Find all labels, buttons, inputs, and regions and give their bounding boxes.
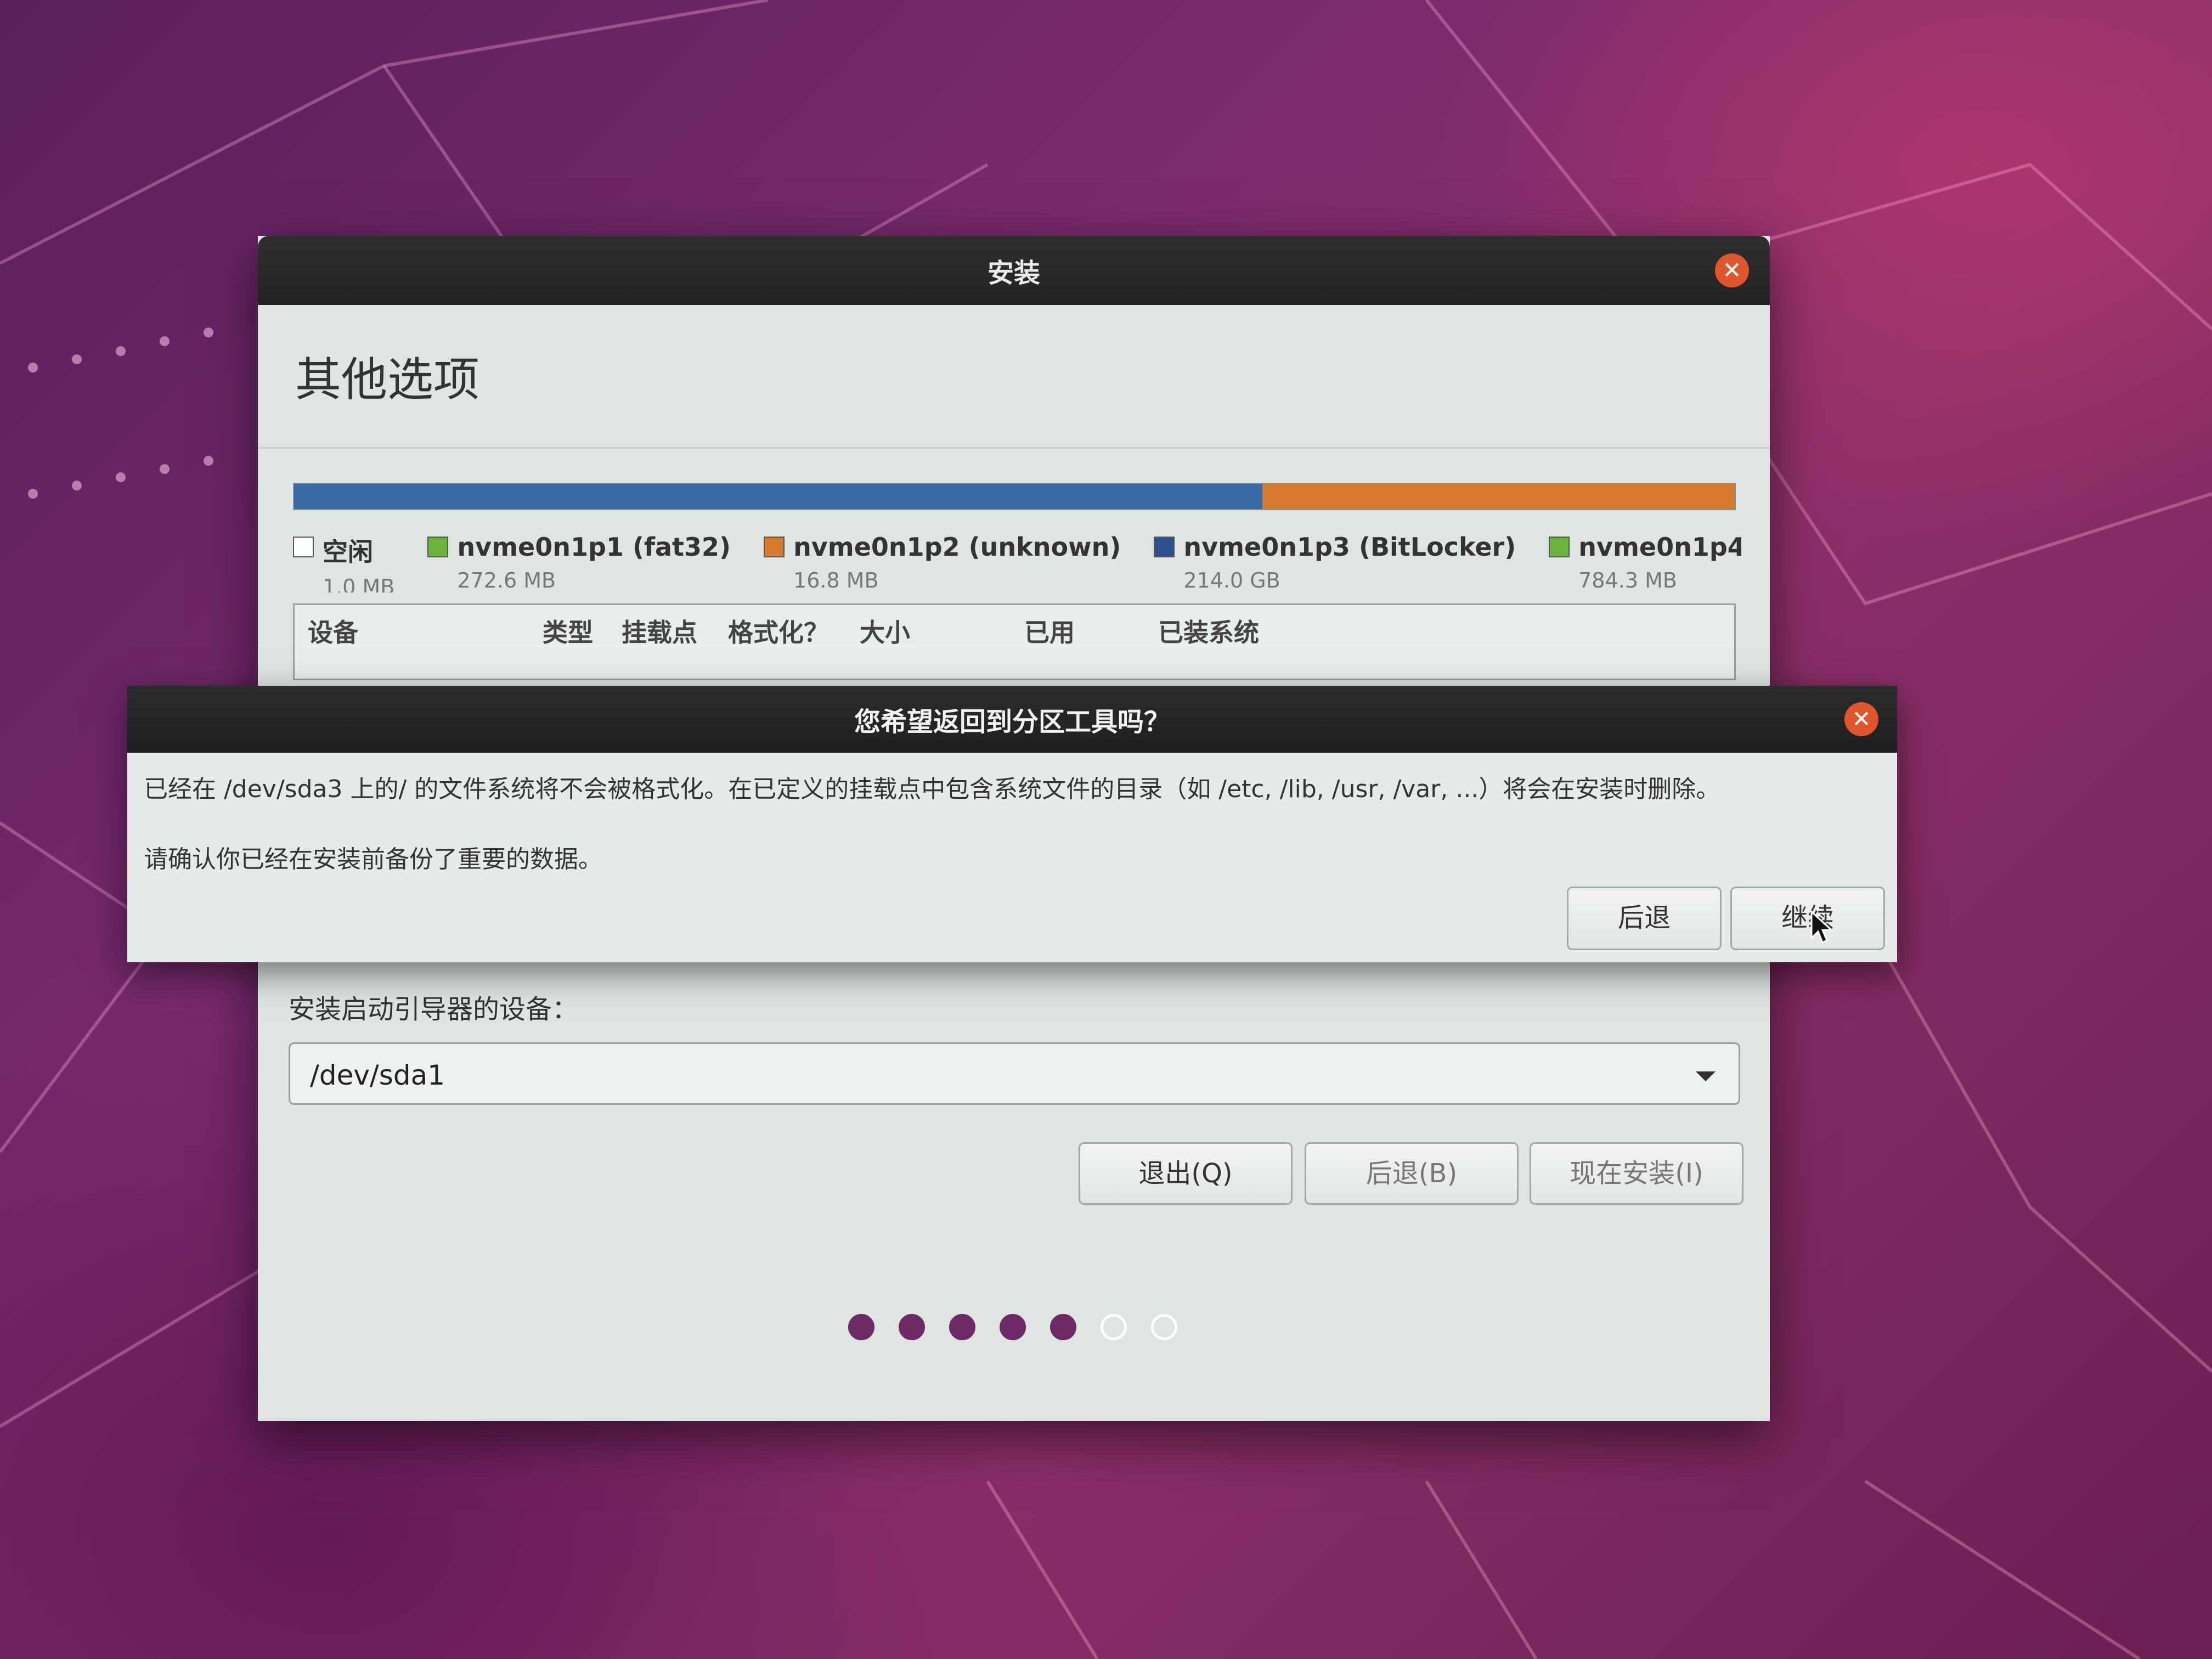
progress-dots (848, 1314, 1177, 1340)
legend-size: 16.8 MB (793, 568, 879, 592)
boot-device-select[interactable]: /dev/sda1 (289, 1042, 1740, 1105)
dialog-back-button[interactable]: 后退 (1567, 887, 1722, 950)
col-mount[interactable]: 挂载点 (622, 613, 697, 649)
legend-name: nvme0n1p3 (BitLocker) (1183, 532, 1516, 562)
green-swatch-icon (1549, 537, 1570, 557)
dialog-message: 已经在 /dev/sda3 上的/ 的文件系统将不会被格式化。在已定义的挂载点中… (144, 775, 1720, 803)
legend-item-p3: nvme0n1p3 (BitLocker) 214.0 GB (1154, 532, 1516, 592)
dropdown-arrow-icon (1696, 1071, 1716, 1081)
partition-bar-orange-segment (1262, 484, 1735, 509)
progress-dot-done (1000, 1314, 1026, 1340)
legend-size: 272.6 MB (457, 568, 556, 592)
legend-item-free: 空闲 1.0 MB (293, 532, 394, 592)
legend-size: 1.0 MB (323, 575, 395, 592)
progress-dot-pending (1101, 1314, 1127, 1340)
progress-dot-pending (1151, 1314, 1177, 1340)
col-format[interactable]: 格式化？ (728, 613, 829, 649)
legend-name: nvme0n1p1 (fat32) (457, 532, 731, 562)
orange-swatch-icon (764, 537, 785, 557)
col-type[interactable]: 类型 (543, 613, 593, 649)
green-swatch-icon (427, 537, 449, 557)
legend-name: 空闲 (323, 537, 373, 567)
window-title: 安装 (987, 258, 1040, 289)
legend-item-p4: nvme0n1p4 (ntfs) 784.3 MB (1549, 532, 1741, 592)
dialog-titlebar[interactable]: 您希望返回到分区工具吗？ ✕ (127, 686, 1897, 753)
progress-dot-done (899, 1314, 925, 1340)
page-title: 其他选项 (295, 353, 480, 407)
legend-name: nvme0n1p2 (unknown) (793, 532, 1121, 562)
progress-dot-done (1050, 1314, 1076, 1340)
boot-device-value: /dev/sda1 (310, 1059, 445, 1091)
back-button[interactable]: 后退(B) (1305, 1142, 1519, 1205)
legend-name: nvme0n1p4 (ntfs) (1578, 532, 1741, 562)
legend-size: 784.3 MB (1578, 568, 1677, 592)
col-size[interactable]: 大小 (860, 613, 910, 649)
partition-bar-bitlocker-segment (294, 484, 1263, 509)
boot-device-label: 安装启动引导器的设备： (289, 994, 579, 1025)
col-device[interactable]: 设备 (308, 613, 358, 649)
progress-dot-done (949, 1314, 975, 1340)
header-divider (258, 447, 1770, 449)
col-used[interactable]: 已用 (1024, 613, 1075, 649)
legend-item-p2: nvme0n1p2 (unknown) 16.8 MB (764, 532, 1121, 592)
confirm-dialog: 您希望返回到分区工具吗？ ✕ 已经在 /dev/sda3 上的/ 的文件系统将不… (127, 686, 1897, 962)
col-system[interactable]: 已装系统 (1158, 613, 1259, 649)
install-now-button[interactable]: 现在安装(I) (1530, 1142, 1743, 1205)
legend-item-p1: nvme0n1p1 (fat32) 272.6 MB (427, 532, 731, 592)
checkbox-empty-icon (293, 537, 314, 557)
partition-bar (293, 483, 1736, 510)
dialog-title: 您希望返回到分区工具吗？ (854, 707, 1170, 737)
partition-table[interactable]: 设备 类型 挂载点 格式化？ 大小 已用 已装系统 (293, 603, 1736, 680)
dialog-message-backup: 请确认你已经在安装前备份了重要的数据。 (144, 845, 602, 873)
window-close-icon[interactable]: ✕ (1715, 253, 1749, 287)
quit-button[interactable]: 退出(Q) (1079, 1142, 1293, 1205)
dialog-continue-button[interactable]: 继续 (1730, 887, 1885, 950)
blue-swatch-icon (1154, 537, 1175, 557)
table-header: 设备 类型 挂载点 格式化？ 大小 已用 已装系统 (295, 605, 1734, 649)
partition-legend: 空闲 1.0 MB nvme0n1p1 (fat32) 272.6 MB nvm… (293, 532, 1741, 592)
legend-size: 214.0 GB (1183, 568, 1280, 592)
progress-dot-done (848, 1314, 874, 1340)
mouse-pointer-icon (1810, 911, 1832, 944)
dialog-close-icon[interactable]: ✕ (1844, 702, 1878, 736)
window-titlebar[interactable]: 安装 ✕ (258, 236, 1770, 305)
